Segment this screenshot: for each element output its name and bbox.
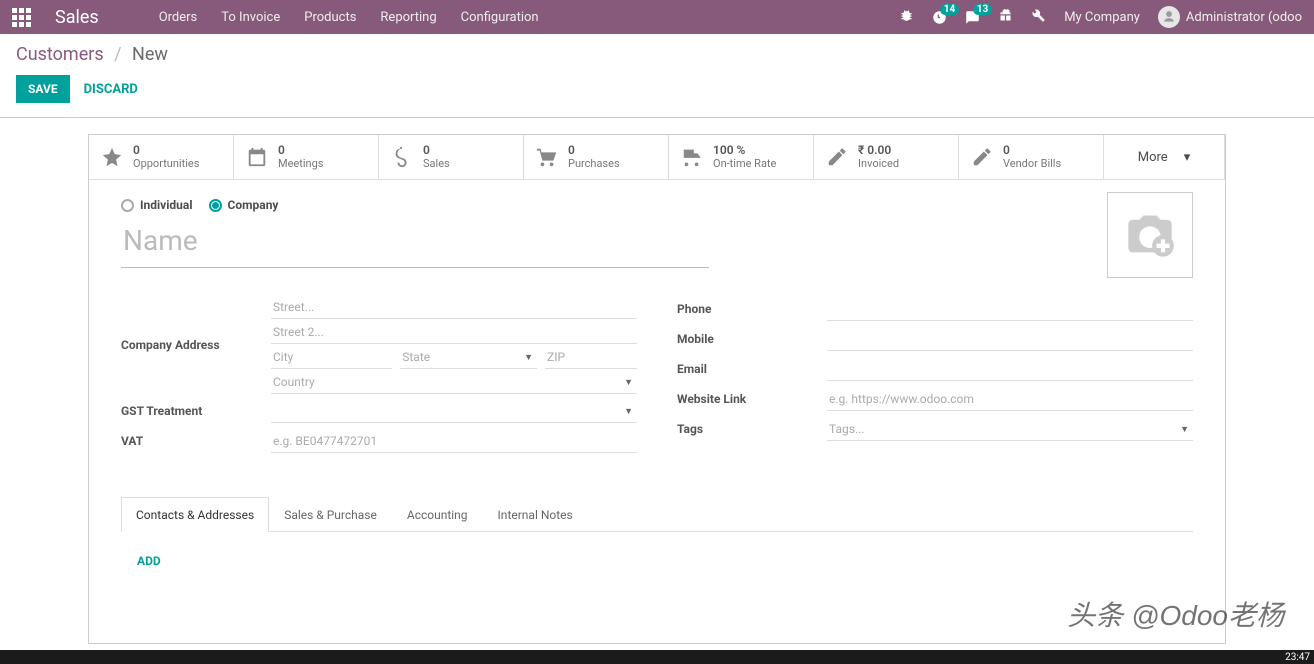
avatar-icon <box>1158 6 1180 28</box>
stat-vendor-bills[interactable]: 0Vendor Bills <box>959 135 1104 179</box>
camera-plus-icon <box>1124 209 1176 261</box>
radio-icon <box>121 199 134 212</box>
app-brand[interactable]: Sales <box>55 7 99 28</box>
stat-more[interactable]: More▾ <box>1104 135 1225 179</box>
taskbar <box>0 650 1314 664</box>
phone-input[interactable] <box>827 298 1193 321</box>
right-column: Phone Mobile Email Website Link Tags ▼ <box>677 296 1193 458</box>
label-phone: Phone <box>677 302 827 316</box>
menu-products[interactable]: Products <box>304 10 356 25</box>
bug-icon[interactable] <box>899 8 914 27</box>
apps-launcher-icon[interactable] <box>12 8 31 27</box>
star-icon <box>101 146 123 168</box>
stat-sales[interactable]: 0Sales <box>379 135 524 179</box>
label-mobile: Mobile <box>677 332 827 346</box>
company-type-radio: Individual Company <box>121 198 1193 212</box>
tab-accounting[interactable]: Accounting <box>392 497 483 532</box>
menu-to-invoice[interactable]: To Invoice <box>221 10 280 25</box>
left-column: Company Address ▼ ▼ <box>121 296 637 458</box>
image-upload[interactable] <box>1107 192 1193 278</box>
save-button[interactable]: SAVE <box>16 75 70 103</box>
pencil-square-icon <box>971 146 993 168</box>
calendar-icon <box>246 146 268 168</box>
email-input[interactable] <box>827 358 1193 381</box>
gift-icon[interactable] <box>998 8 1013 27</box>
tags-input[interactable] <box>827 418 1193 441</box>
discard-button[interactable]: DISCARD <box>84 82 138 97</box>
tools-icon[interactable] <box>1031 8 1046 27</box>
systray: 14 13 My Company Administrator (odoo <box>899 6 1302 28</box>
stat-purchases[interactable]: 0Purchases <box>524 135 669 179</box>
top-nav: Sales Orders To Invoice Products Reporti… <box>0 0 1314 34</box>
company-switcher[interactable]: My Company <box>1064 10 1140 25</box>
website-input[interactable] <box>827 388 1193 411</box>
tab-content: ADD <box>121 532 1193 619</box>
main-menu: Orders To Invoice Products Reporting Con… <box>159 10 539 25</box>
menu-configuration[interactable]: Configuration <box>461 10 539 25</box>
stat-bar: 0Opportunities 0Meetings 0Sales 0Purchas… <box>89 135 1225 180</box>
mobile-input[interactable] <box>827 328 1193 351</box>
stat-invoiced[interactable]: ₹ 0.00Invoiced <box>814 135 959 179</box>
user-name: Administrator (odoo <box>1186 10 1302 25</box>
city-input[interactable] <box>271 346 392 369</box>
chevron-down-icon: ▾ <box>1184 150 1191 165</box>
activities-icon[interactable]: 14 <box>932 10 947 25</box>
street-input[interactable] <box>271 296 637 319</box>
breadcrumb: Customers / New <box>16 44 1298 65</box>
label-vat: VAT <box>121 434 271 448</box>
label-website: Website Link <box>677 392 827 406</box>
state-input[interactable] <box>400 346 537 369</box>
notebook-tabs: Contacts & Addresses Sales & Purchase Ac… <box>121 496 1193 532</box>
label-gst: GST Treatment <box>121 404 271 418</box>
tab-sales-purchase[interactable]: Sales & Purchase <box>269 497 392 532</box>
menu-orders[interactable]: Orders <box>159 10 198 25</box>
activities-badge: 14 <box>940 4 959 15</box>
dollar-icon <box>391 146 413 168</box>
clock: 23:47 <box>1285 652 1310 663</box>
stat-meetings[interactable]: 0Meetings <box>234 135 379 179</box>
breadcrumb-current: New <box>132 44 168 65</box>
messages-icon[interactable]: 13 <box>965 10 980 25</box>
pencil-square-icon <box>826 146 848 168</box>
stat-ontime[interactable]: 100 %On-time Rate <box>669 135 814 179</box>
radio-individual[interactable]: Individual <box>121 198 193 212</box>
street2-input[interactable] <box>271 321 637 344</box>
control-panel: Customers / New SAVE DISCARD <box>0 34 1314 118</box>
radio-company[interactable]: Company <box>209 198 279 212</box>
gst-input[interactable] <box>271 400 637 423</box>
user-menu[interactable]: Administrator (odoo <box>1158 6 1302 28</box>
stat-opportunities[interactable]: 0Opportunities <box>89 135 234 179</box>
label-tags: Tags <box>677 422 827 436</box>
add-button[interactable]: ADD <box>137 554 161 568</box>
menu-reporting[interactable]: Reporting <box>380 10 436 25</box>
label-company-address: Company Address <box>121 338 271 352</box>
tab-contacts[interactable]: Contacts & Addresses <box>121 497 269 532</box>
truck-icon <box>681 146 703 168</box>
form-sheet: 0Opportunities 0Meetings 0Sales 0Purchas… <box>88 134 1226 644</box>
name-input[interactable] <box>121 220 709 268</box>
zip-input[interactable] <box>545 346 637 369</box>
radio-icon <box>209 199 222 212</box>
label-email: Email <box>677 362 827 376</box>
breadcrumb-parent[interactable]: Customers <box>16 44 104 65</box>
vat-input[interactable] <box>271 430 637 453</box>
messages-badge: 13 <box>973 4 992 15</box>
tab-internal-notes[interactable]: Internal Notes <box>483 497 588 532</box>
country-input[interactable] <box>271 371 637 394</box>
cart-icon <box>536 146 558 168</box>
